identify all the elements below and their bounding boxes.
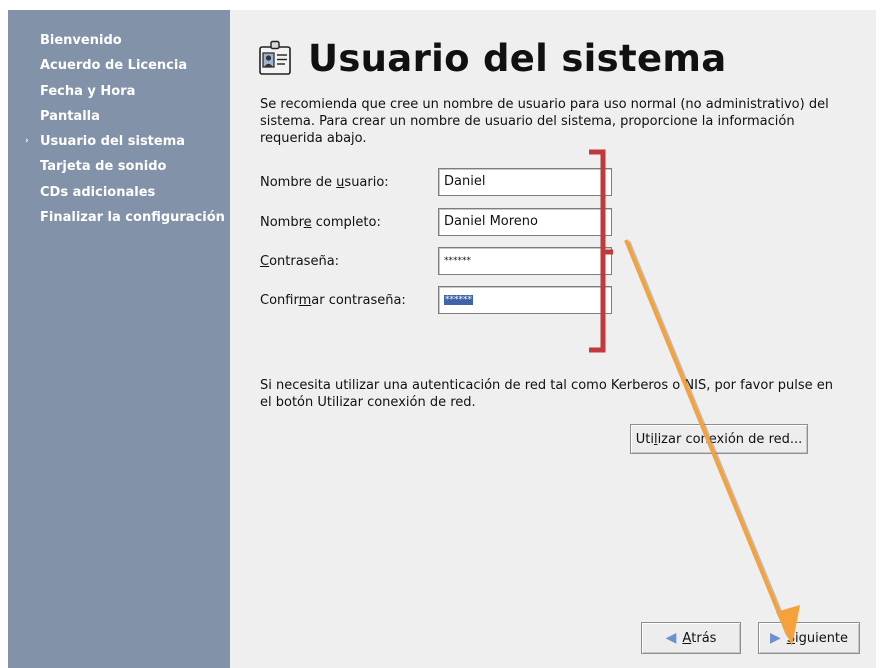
label-text: ar contraseña: — [311, 292, 406, 308]
arrow-right-icon: ▶ — [769, 630, 781, 646]
back-button[interactable]: ◀ Atrás — [641, 622, 741, 654]
mnemonic: m — [298, 292, 312, 308]
page-title: Usuario del sistema — [308, 36, 727, 80]
fullname-value: Daniel Moreno — [444, 214, 538, 229]
confirm-password-label: Confirmar contraseña: — [260, 293, 410, 308]
arrow-left-icon: ◀ — [665, 630, 677, 646]
page-header: Usuario del sistema — [258, 36, 726, 80]
button-label: iguiente — [794, 630, 849, 646]
sidebar-item-fecha-hora[interactable]: Fecha y Hora — [8, 79, 230, 104]
sidebar-item-tarjeta-sonido[interactable]: Tarjeta de sonido — [8, 154, 230, 179]
label-text: Nombre de — [260, 174, 337, 190]
password-row: Contraseña: ****** — [260, 247, 612, 275]
annotation-bracket — [589, 149, 613, 353]
mnemonic: A — [682, 630, 692, 646]
sidebar-item-acuerdo-licencia[interactable]: Acuerdo de Licencia — [8, 53, 230, 78]
sidebar-item-label: Bienvenido — [40, 33, 122, 48]
label-text: suario: — [344, 174, 389, 190]
sidebar-item-label: Acuerdo de Licencia — [40, 58, 188, 74]
network-auth-text: Si necesita utilizar una autenticación d… — [260, 378, 834, 410]
confirm-password-input[interactable]: ****** — [438, 286, 612, 314]
sidebar-item-label: Usuario del sistema — [40, 134, 186, 150]
username-label: Nombre de usuario: — [260, 175, 410, 190]
fullname-label: Nombre completo: — [260, 215, 410, 230]
sidebar-item-label: Tarjeta de sonido — [40, 159, 167, 175]
sidebar-item-usuario-sistema[interactable]: › Usuario del sistema — [8, 129, 230, 154]
mnemonic: C — [260, 253, 270, 269]
user-badge-icon — [259, 40, 291, 75]
sidebar-item-finalizar[interactable]: Finalizar la configuración — [8, 205, 230, 230]
label-text: completo: — [311, 214, 381, 230]
chevron-right-icon: › — [25, 136, 29, 147]
sidebar-item-label: Pantalla — [40, 108, 100, 124]
sidebar-item-cds-adicionales[interactable]: CDs adicionales — [8, 180, 230, 205]
username-row: Nombre de usuario: Daniel — [260, 168, 612, 196]
mnemonic: e — [303, 214, 312, 230]
button-label: izar conexión de red... — [657, 431, 803, 447]
button-label: trás — [691, 630, 717, 646]
sidebar: Bienvenido Acuerdo de Licencia Fecha y H… — [8, 10, 230, 668]
sidebar-nav: Bienvenido Acuerdo de Licencia Fecha y H… — [8, 28, 230, 230]
label-text: Nombr — [260, 214, 304, 230]
mnemonic: S — [786, 630, 795, 646]
intro-text: Se recomienda que cree un nombre de usua… — [260, 97, 829, 146]
sidebar-item-label: Finalizar la configuración — [40, 210, 225, 226]
next-button[interactable]: ▶ Siguiente — [758, 622, 860, 654]
sidebar-item-pantalla[interactable]: Pantalla — [8, 104, 230, 129]
button-label: Uti — [635, 431, 654, 447]
sidebar-item-bienvenido[interactable]: Bienvenido — [8, 28, 230, 53]
username-input[interactable]: Daniel — [438, 168, 612, 196]
fullname-input[interactable]: Daniel Moreno — [438, 208, 612, 236]
label-text: Confir — [260, 292, 299, 308]
confirm-password-row: Confirmar contraseña: ****** — [260, 286, 612, 314]
network-connection-button[interactable]: Uti l izar conexión de red... — [630, 424, 808, 454]
sidebar-item-label: CDs adicionales — [40, 184, 156, 200]
username-value: Daniel — [444, 174, 486, 189]
main-panel: Usuario del sistema Se recomienda que cr… — [230, 10, 876, 668]
fullname-row: Nombre completo: Daniel Moreno — [260, 208, 612, 236]
sidebar-item-label: Fecha y Hora — [40, 83, 136, 99]
password-input[interactable]: ****** — [438, 247, 612, 275]
label-text: ontraseña: — [269, 253, 340, 269]
confirm-password-mask-selected: ****** — [444, 295, 473, 305]
password-label: Contraseña: — [260, 254, 410, 269]
password-mask: ****** — [444, 256, 471, 266]
